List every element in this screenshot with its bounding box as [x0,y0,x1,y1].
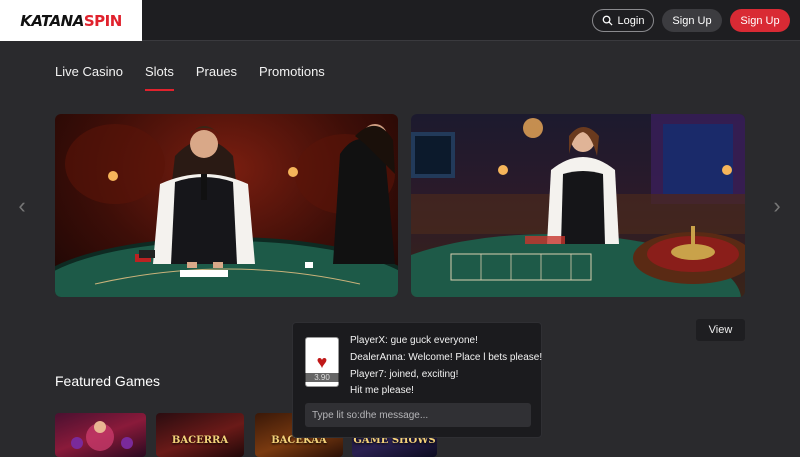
login-button[interactable]: Login [592,9,654,32]
brand-logo[interactable]: KATANA SPIN [0,0,142,41]
game-tile-1-art [71,421,133,451]
search-icon [602,15,613,26]
game-tile-2[interactable]: BACERRA [156,413,244,457]
chat-message: DealerAnna: Welcome! Place l bets please… [350,352,543,363]
login-label: Login [617,14,645,27]
brand-logo-part2: SPIN [83,11,122,30]
tab-praues[interactable]: Praues [196,64,237,90]
brand-logo-part1: KATANA [20,11,84,30]
category-nav: Live Casino Slots Praues Promotions [55,64,347,91]
chat-message: PlayerX: gue guck everyone! [350,335,478,346]
card-amount: 3.90 [305,373,339,382]
carousel-slide-blackjack[interactable] [55,114,398,297]
chat-message: Hit me please! [350,385,414,396]
tab-live-casino[interactable]: Live Casino [55,64,123,90]
tab-promotions[interactable]: Promotions [259,64,325,90]
chat-message: Player7: joined, exciting! [350,369,459,380]
chat-message-input[interactable] [305,403,531,427]
roulette-table-image [411,114,745,297]
top-header: KATANA SPIN Login Sign Up Sign Up [0,0,800,41]
featured-games-heading: Featured Games [55,373,161,389]
live-chat-panel: ♥ 3.90 PlayerX: gue guck everyone! Deale… [292,322,542,438]
view-button[interactable]: View [696,319,745,341]
tab-slots[interactable]: Slots [144,64,174,91]
blackjack-table-image [55,124,398,297]
game-tile-1[interactable] [55,413,146,457]
signup-button-primary[interactable]: Sign Up [730,9,790,32]
chevron-left-icon[interactable]: ‹ [14,193,30,219]
carousel-slide-roulette[interactable] [411,114,745,297]
game-tile-2-label: BACERRA [171,435,229,446]
chevron-right-icon[interactable]: › [769,193,785,219]
signup-button-secondary[interactable]: Sign Up [662,9,722,32]
